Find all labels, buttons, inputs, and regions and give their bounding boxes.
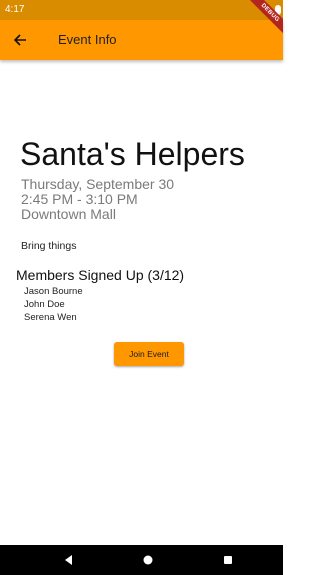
member-item: Serena Wen — [24, 312, 77, 323]
status-bar: 4:17 — [0, 0, 283, 20]
event-location: Downtown Mall — [21, 206, 116, 222]
app-bar: Event Info — [0, 20, 283, 60]
event-details: Thursday, September 30 2:45 PM - 3:10 PM… — [21, 177, 174, 222]
system-nav-bar — [0, 545, 283, 575]
page-title: Event Info — [58, 32, 117, 47]
event-info-screen: 4:17 Event Info DEBUG Santa's Helpers Th… — [0, 0, 283, 575]
event-title: Santa's Helpers — [20, 136, 245, 172]
join-event-button[interactable]: Join Event — [114, 342, 184, 366]
debug-banner: DEBUG — [243, 0, 283, 40]
recents-square-icon[interactable] — [221, 553, 235, 567]
debug-label: DEBUG — [244, 0, 283, 39]
member-list: Jason Bourne John Doe Serena Wen — [24, 285, 83, 324]
members-heading: Members Signed Up (3/12) — [16, 267, 185, 283]
back-triangle-icon[interactable] — [62, 553, 76, 567]
event-time: 2:45 PM - 3:10 PM — [21, 191, 138, 207]
status-time: 4:17 — [5, 4, 25, 15]
arrow-left-icon — [13, 34, 26, 46]
member-item: Jason Bourne — [24, 286, 83, 297]
event-description: Bring things — [21, 240, 77, 252]
member-item: John Doe — [24, 299, 65, 310]
event-date: Thursday, September 30 — [21, 176, 175, 192]
back-button[interactable] — [10, 30, 30, 50]
home-circle-icon[interactable] — [141, 553, 155, 567]
